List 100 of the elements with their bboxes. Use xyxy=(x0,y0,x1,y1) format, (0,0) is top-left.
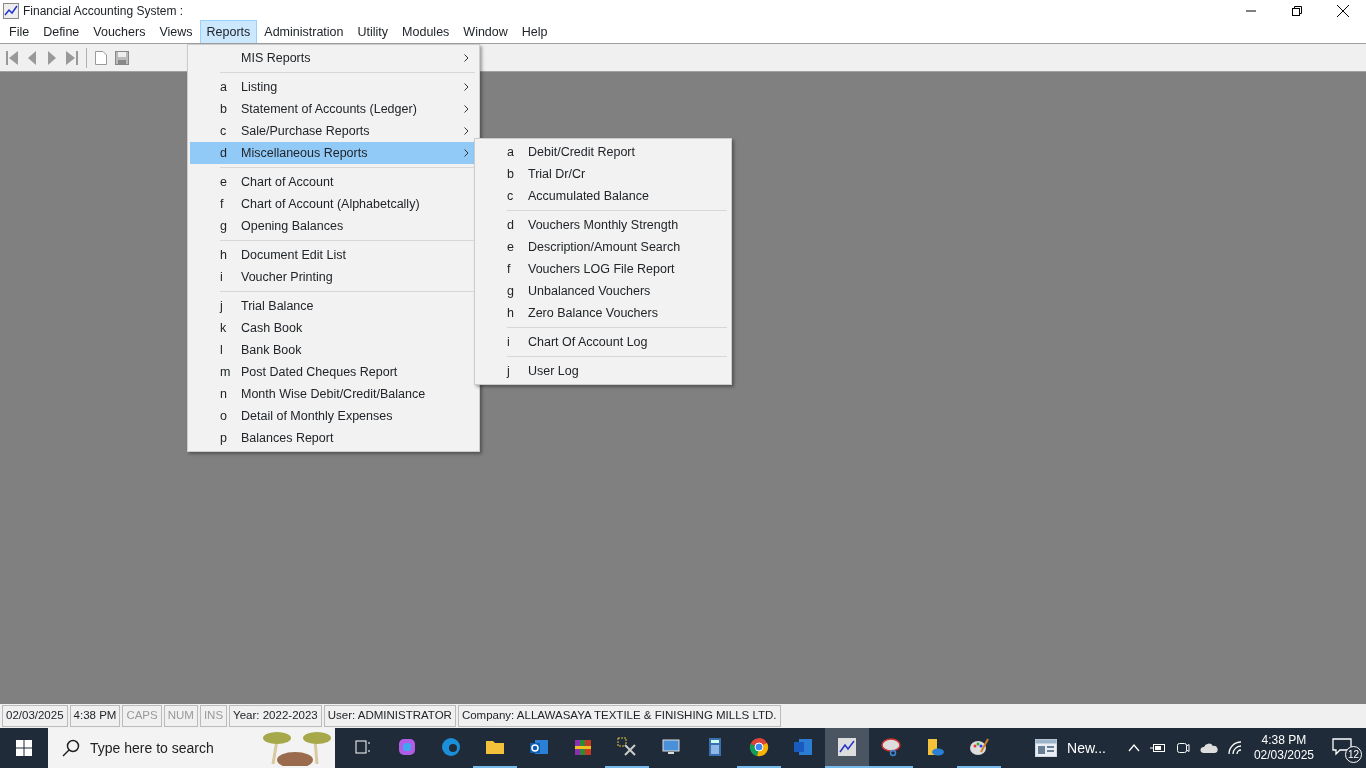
menu-entry[interactable]: Miscellaneous Reports xyxy=(241,145,368,160)
menu-entry[interactable]: Opening Balances xyxy=(241,218,344,233)
shortcut-key: a xyxy=(220,79,227,94)
shortcut-key: k xyxy=(220,320,227,335)
taskbar-time[interactable]: 4:38 PM xyxy=(1261,733,1307,748)
menu-item[interactable]: Utility xyxy=(350,20,396,45)
menu-entry[interactable]: Chart of Account (Alphabetcally) xyxy=(241,196,420,211)
window-title: Financial Accounting System : xyxy=(23,3,184,20)
shortcut-key: i xyxy=(507,334,510,349)
status-text: NUM xyxy=(163,705,198,727)
shortcut-key: l xyxy=(220,342,223,357)
chevron-right-icon xyxy=(463,83,469,92)
news-icon[interactable] xyxy=(1035,739,1058,757)
shortcut-key: e xyxy=(507,239,514,254)
camera-icon[interactable] xyxy=(1175,741,1190,755)
menu-entry[interactable]: Detail of Monthly Expenses xyxy=(241,408,393,423)
menu-entry[interactable]: Debit/Credit Report xyxy=(528,144,635,159)
menu-entry[interactable]: Chart of Account xyxy=(241,174,334,189)
shortcut-key: c xyxy=(220,123,227,138)
shortcut-key: f xyxy=(507,261,511,276)
status-text: User: ADMINISTRATOR xyxy=(323,705,456,727)
menu-entry[interactable]: Chart Of Account Log xyxy=(528,334,648,349)
shortcut-key: e xyxy=(220,174,227,189)
menu-item[interactable]: Window xyxy=(456,20,515,45)
menu-entry[interactable]: Month Wise Debit/Credit/Balance xyxy=(241,386,426,401)
menu-entry[interactable]: Trial Dr/Cr xyxy=(528,166,586,181)
menu-item[interactable]: Reports xyxy=(199,20,258,45)
menu-entry[interactable]: Post Dated Cheques Report xyxy=(241,364,398,379)
chevron-right-icon xyxy=(463,127,469,136)
menu-item[interactable]: Define xyxy=(36,20,87,45)
menu-entry[interactable]: Accumulated Balance xyxy=(528,188,649,203)
restore-icon xyxy=(1292,6,1302,16)
shortcut-key: p xyxy=(220,430,227,445)
news-label[interactable]: New... xyxy=(1067,737,1106,759)
status-text: 02/03/2025 xyxy=(2,705,68,727)
shortcut-key: o xyxy=(220,408,227,423)
menu-item[interactable]: Vouchers xyxy=(86,20,153,45)
shortcut-key: m xyxy=(220,364,231,379)
status-text: INS xyxy=(199,705,228,727)
shortcut-key: f xyxy=(220,196,224,211)
menu-item[interactable]: Help xyxy=(514,20,555,45)
battery-icon[interactable] xyxy=(1149,743,1166,753)
shortcut-key: d xyxy=(220,145,227,160)
shortcut-key: a xyxy=(507,144,514,159)
search-icon xyxy=(62,739,80,757)
shortcut-key: j xyxy=(220,298,223,313)
menu-entry[interactable]: Listing xyxy=(241,79,278,94)
menu-item[interactable]: Modules xyxy=(395,20,457,45)
envelope-icon xyxy=(529,737,549,757)
menu-item[interactable]: Administration xyxy=(257,20,351,45)
wifi-icon[interactable] xyxy=(1227,741,1244,755)
shortcut-key: n xyxy=(220,386,227,401)
menu-item[interactable]: Views xyxy=(152,20,200,45)
task-view-icon xyxy=(353,737,373,757)
menu-entry[interactable]: Sale/Purchase Reports xyxy=(241,123,370,138)
taskbar-button[interactable] xyxy=(825,728,869,768)
menu-entry[interactable]: Vouchers Monthly Strength xyxy=(528,217,679,232)
status-text: Year: 2022-2023 xyxy=(229,705,322,727)
menu-entry[interactable]: Balances Report xyxy=(241,430,334,445)
taskbar-date[interactable]: 02/03/2025 xyxy=(1253,748,1314,763)
palette-icon xyxy=(969,737,989,757)
menu-item[interactable]: File xyxy=(2,20,37,45)
chevron-right-icon xyxy=(463,54,469,63)
menu-entry[interactable]: Trial Balance xyxy=(241,298,314,313)
menu-entry[interactable]: Document Edit List xyxy=(241,247,346,262)
status-text: Company: ALLAWASAYA TEXTILE & FINISHING MILLS LTD. xyxy=(457,705,781,727)
shortcut-key: i xyxy=(220,269,223,284)
circle-icon xyxy=(749,737,769,757)
close-icon xyxy=(1337,5,1349,17)
status-text: CAPS xyxy=(122,705,162,727)
shortcut-key: b xyxy=(220,101,227,116)
shortcut-key: g xyxy=(220,218,227,233)
menu-entry[interactable]: Unbalanced Vouchers xyxy=(528,283,651,298)
shortcut-key: g xyxy=(507,283,514,298)
shortcut-key: d xyxy=(507,217,514,232)
shortcut-key: b xyxy=(507,166,514,181)
monitor-icon xyxy=(661,737,681,757)
notification-count: 12 xyxy=(1345,746,1362,763)
menu-entry[interactable]: User Log xyxy=(528,363,579,378)
menu-entry[interactable]: Cash Book xyxy=(241,320,303,335)
new-document-icon[interactable] xyxy=(95,50,107,65)
shortcut-key: h xyxy=(220,247,227,262)
status-text: 4:38 PM xyxy=(69,705,121,727)
chevron-right-icon xyxy=(463,149,469,158)
taskbar-search-field[interactable]: Type here to search xyxy=(48,728,335,768)
cloud-icon[interactable] xyxy=(1199,743,1218,753)
shortcut-key: j xyxy=(507,363,510,378)
menu-entry[interactable]: Voucher Printing xyxy=(241,269,333,284)
menu-entry[interactable]: Vouchers LOG File Report xyxy=(528,261,675,276)
books-icon xyxy=(573,737,593,757)
shortcut-key: h xyxy=(507,305,514,320)
chevron-up-icon[interactable] xyxy=(1127,744,1140,752)
shortcut-key: c xyxy=(507,188,514,203)
save-icon[interactable] xyxy=(115,50,129,65)
menu-entry[interactable]: MIS Reports xyxy=(241,50,311,65)
menu-entry[interactable]: Statement of Accounts (Ledger) xyxy=(241,101,417,116)
windows-logo-icon[interactable] xyxy=(16,740,32,756)
menu-entry[interactable]: Zero Balance Vouchers xyxy=(528,305,658,320)
menu-entry[interactable]: Bank Book xyxy=(241,342,302,357)
menu-entry[interactable]: Description/Amount Search xyxy=(528,239,681,254)
